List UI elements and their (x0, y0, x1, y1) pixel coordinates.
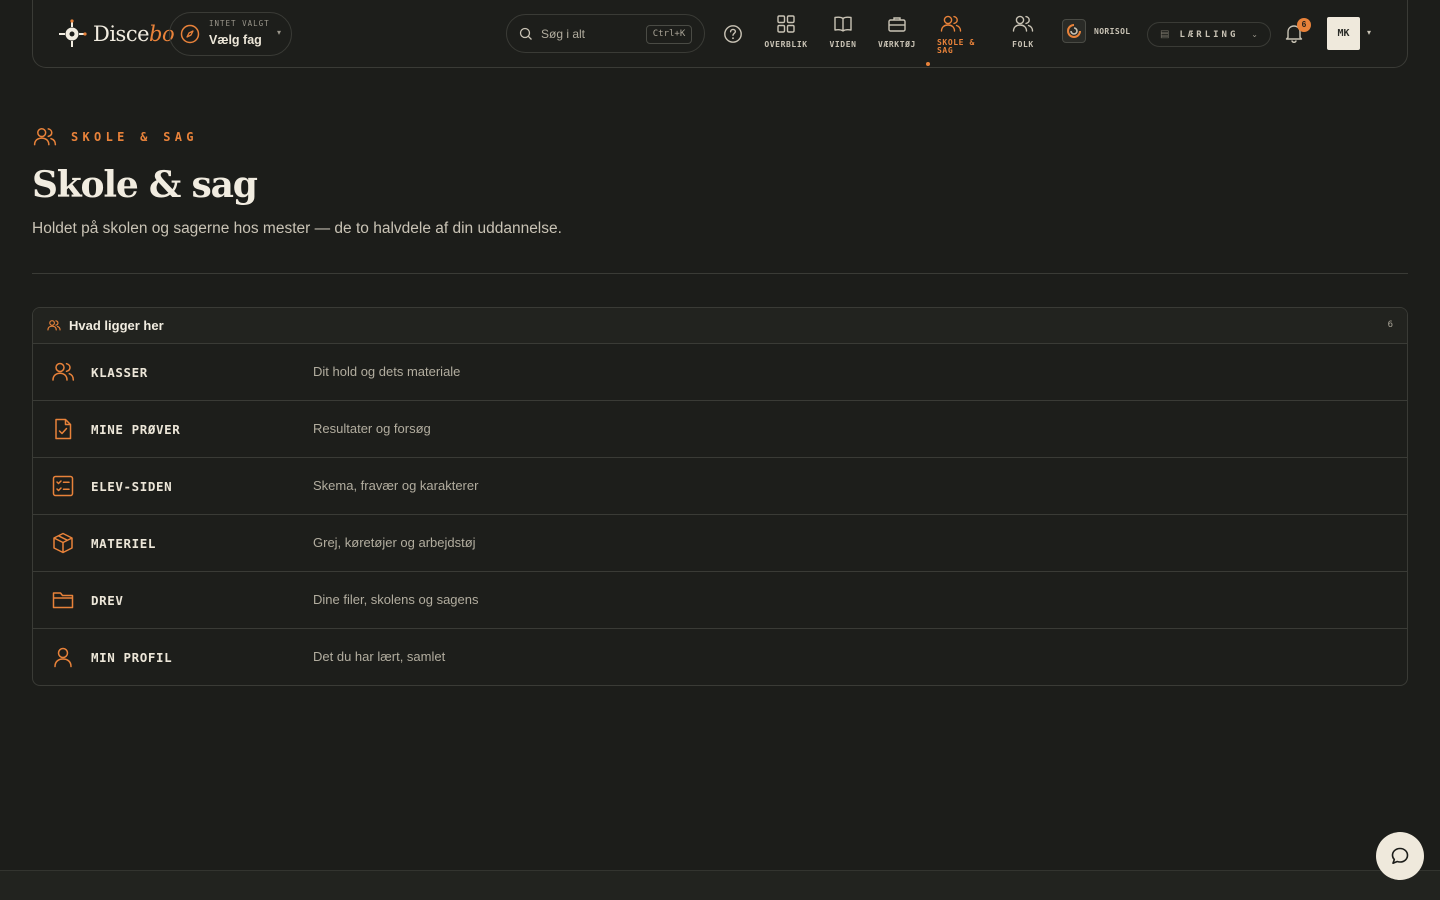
org-logo (1062, 19, 1086, 43)
briefcase-icon (888, 17, 906, 32)
users-icon (1012, 15, 1034, 32)
book-icon (834, 16, 852, 32)
nav-overblik[interactable]: OVERBLIK (758, 14, 814, 60)
nav-viden[interactable]: VIDEN (815, 14, 871, 60)
nav-skole-og-sag-label-line2: SAG (937, 46, 954, 55)
users-icon (47, 320, 61, 331)
brand-name-main: Disce (93, 22, 150, 46)
search-placeholder: Søg i alt (541, 26, 586, 41)
page-title: Skole & sag (32, 164, 258, 206)
list-item-name: ELEV-SIDEN (91, 479, 173, 494)
top-bar: Discebo INTET VALGT Vælg fag ▾ Søg i alt… (32, 0, 1408, 68)
subject-kicker: INTET VALGT (209, 19, 270, 29)
brand-mark-icon (59, 19, 87, 47)
checklist-icon (52, 475, 74, 497)
card-title: Hvad ligger her (69, 318, 164, 333)
users-icon (33, 127, 57, 146)
list-item-klasser[interactable]: KLASSER Dit hold og dets materiale (33, 344, 1407, 401)
card-header: Hvad ligger her 6 (33, 308, 1407, 344)
chat-button[interactable] (1376, 832, 1424, 880)
search-icon (519, 27, 532, 40)
list-item-description: Dine filer, skolens og sagens (313, 592, 479, 607)
list-item-drev[interactable]: DREV Dine filer, skolens og sagens (33, 572, 1407, 629)
search-input[interactable]: Søg i alt Ctrl+K (506, 14, 705, 53)
avatar[interactable]: MK (1327, 17, 1360, 50)
subject-selector[interactable]: INTET VALGT Vælg fag ▾ (169, 12, 292, 56)
user-icon (54, 647, 72, 668)
active-nav-indicator (926, 62, 930, 66)
list-item-materiel[interactable]: MATERIEL Grej, køretøjer og arbejdstøj (33, 515, 1407, 572)
users-icon (940, 15, 962, 32)
search-shortcut: Ctrl+K (646, 25, 692, 44)
chevron-down-icon[interactable]: ▾ (1367, 28, 1371, 37)
nav-vaerktoej-label: VÆRKTØJ (878, 40, 916, 49)
nav-skole-og-sag[interactable]: SKOLE & SAG (923, 14, 979, 60)
list-item-name: MIN PROFIL (91, 650, 173, 665)
list-item-min-profil[interactable]: MIN PROFIL Det du har lært, samlet (33, 629, 1407, 685)
chevron-down-icon: ⌄ (1251, 30, 1258, 39)
help-icon[interactable] (723, 24, 743, 44)
grid-icon (777, 15, 795, 33)
nav-skole-og-sag-label: SKOLE & SAG (937, 39, 979, 55)
org-name: NORISOL (1094, 26, 1131, 36)
list-item-description: Det du har lært, samlet (313, 649, 446, 664)
file-check-icon (55, 418, 72, 440)
list-item-name: DREV (91, 593, 124, 608)
contents-card: Hvad ligger her 6 KLASSER Dit hold og de… (32, 307, 1408, 686)
section-divider (32, 273, 1408, 274)
list-item-description: Skema, fravær og karakterer (313, 478, 479, 493)
nav-folk-label: FOLK (1012, 40, 1034, 49)
brand-logo[interactable]: Discebo (57, 18, 175, 50)
subject-value: Vælg fag (209, 32, 262, 47)
nav-folk[interactable]: FOLK (995, 14, 1051, 60)
nav-viden-label: VIDEN (829, 40, 857, 49)
chevron-down-icon: ▾ (276, 28, 281, 37)
role-label: LÆRLING (1179, 29, 1239, 40)
org-mark-icon (1067, 24, 1081, 38)
brand-name: Discebo (93, 22, 175, 46)
page-kicker: SKOLE & SAG (33, 126, 198, 148)
list-item-name: KLASSER (91, 365, 148, 380)
compass-icon (180, 24, 200, 44)
list-item-name: MINE PRØVER (91, 422, 181, 437)
org-switcher[interactable]: NORISOL (1062, 19, 1131, 43)
page-kicker-label: SKOLE & SAG (71, 130, 198, 144)
chat-bubble-icon (1391, 847, 1409, 864)
role-icon: ▤ (1160, 29, 1170, 40)
nav-overblik-label: OVERBLIK (764, 40, 808, 49)
list-item-mine-proever[interactable]: MINE PRØVER Resultater og forsøg (33, 401, 1407, 458)
list-item-description: Resultater og forsøg (313, 421, 431, 436)
nav-vaerktoej[interactable]: VÆRKTØJ (869, 14, 925, 60)
page-subtitle: Holdet på skolen og sagerne hos mester —… (32, 220, 562, 237)
footer-band (0, 870, 1440, 900)
list-item-name: MATERIEL (91, 536, 157, 551)
users-icon (52, 362, 75, 381)
card-count: 6 (1387, 320, 1393, 330)
notification-badge: 6 (1297, 18, 1311, 32)
box-icon (53, 532, 73, 554)
folder-icon (52, 592, 74, 609)
list-item-description: Dit hold og dets materiale (313, 364, 461, 379)
list-item-description: Grej, køretøjer og arbejdstøj (313, 535, 476, 550)
role-selector[interactable]: ▤ LÆRLING ⌄ (1147, 22, 1271, 47)
list-item-elev-siden[interactable]: ELEV-SIDEN Skema, fravær og karakterer (33, 458, 1407, 515)
